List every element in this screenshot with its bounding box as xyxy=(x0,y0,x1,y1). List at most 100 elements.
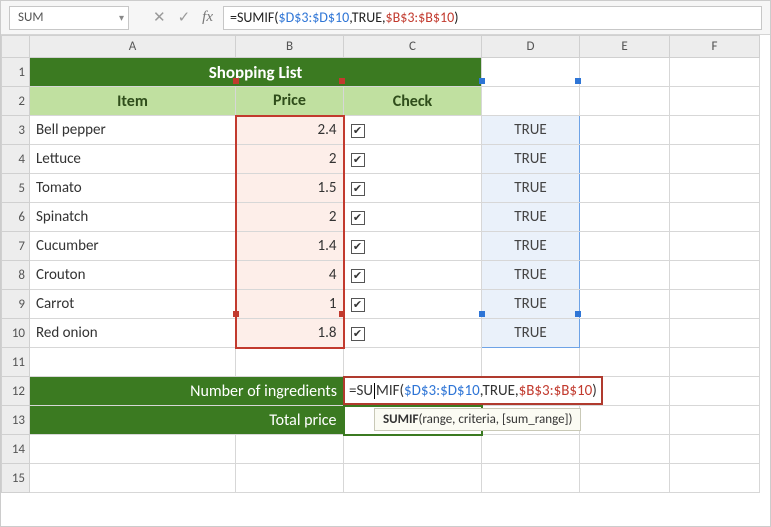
cell[interactable] xyxy=(580,290,670,319)
col-header-F[interactable]: F xyxy=(670,36,760,58)
total-label[interactable]: Total price xyxy=(30,406,344,435)
cell-price[interactable]: 1.8 xyxy=(236,319,344,348)
cell-price[interactable]: 1.4 xyxy=(236,232,344,261)
cell-check[interactable]: ✔ xyxy=(344,290,482,319)
range-handle-icon[interactable] xyxy=(233,78,239,84)
header-price[interactable]: Price xyxy=(236,87,344,116)
range-handle-icon[interactable] xyxy=(339,78,345,84)
cell[interactable] xyxy=(30,435,236,464)
cell[interactable] xyxy=(670,290,760,319)
cell[interactable] xyxy=(580,87,670,116)
col-header-C[interactable]: C xyxy=(344,36,482,58)
row-header[interactable]: 4 xyxy=(2,145,30,174)
cell-price[interactable]: 2 xyxy=(236,145,344,174)
cell[interactable] xyxy=(670,319,760,348)
header-check[interactable]: Check xyxy=(344,87,482,116)
row-header[interactable]: 9 xyxy=(2,290,30,319)
cell[interactable] xyxy=(482,58,580,87)
checkbox-icon[interactable]: ✔ xyxy=(351,240,365,254)
cell-truth[interactable]: TRUE xyxy=(482,116,580,145)
cell[interactable] xyxy=(580,406,670,435)
range-handle-icon[interactable] xyxy=(233,311,239,317)
title-cell[interactable]: Shopping List xyxy=(30,58,482,87)
checkbox-icon[interactable]: ✔ xyxy=(351,182,365,196)
cell[interactable] xyxy=(236,464,344,493)
cell[interactable] xyxy=(580,435,670,464)
row-header[interactable]: 3 xyxy=(2,116,30,145)
cell[interactable] xyxy=(670,58,760,87)
cell[interactable] xyxy=(670,116,760,145)
cell-item[interactable]: Tomato xyxy=(30,174,236,203)
cell-item[interactable]: Carrot xyxy=(30,290,236,319)
row-header[interactable]: 10 xyxy=(2,319,30,348)
col-header-B[interactable]: B xyxy=(236,36,344,58)
cell[interactable] xyxy=(482,464,580,493)
cell-truth[interactable]: TRUE xyxy=(482,290,580,319)
range-handle-icon[interactable] xyxy=(575,311,581,317)
cell-check[interactable]: ✔ xyxy=(344,319,482,348)
cell-item[interactable]: Lettuce xyxy=(30,145,236,174)
cell-truth[interactable]: TRUE xyxy=(482,319,580,348)
enter-icon[interactable]: ✓ xyxy=(178,8,191,27)
name-box[interactable]: SUM ▾ xyxy=(9,6,129,30)
cancel-icon[interactable]: ✕ xyxy=(153,8,166,27)
cell[interactable] xyxy=(344,348,482,377)
checkbox-icon[interactable]: ✔ xyxy=(351,211,365,225)
cell-price[interactable]: 1.5 xyxy=(236,174,344,203)
cell[interactable] xyxy=(236,435,344,464)
cell[interactable] xyxy=(670,377,760,406)
cell[interactable] xyxy=(344,464,482,493)
cell[interactable] xyxy=(670,87,760,116)
select-all-corner[interactable] xyxy=(2,36,30,58)
row-header[interactable]: 11 xyxy=(2,348,30,377)
range-handle-icon[interactable] xyxy=(575,78,581,84)
row-header[interactable]: 5 xyxy=(2,174,30,203)
cell[interactable] xyxy=(344,435,482,464)
cell-check[interactable]: ✔ xyxy=(344,232,482,261)
row-header[interactable]: 1 xyxy=(2,58,30,87)
col-header-E[interactable]: E xyxy=(580,36,670,58)
spreadsheet-grid[interactable]: A B C D E F 1 Shopping List 2 Item Price… xyxy=(1,35,770,526)
cell[interactable] xyxy=(580,319,670,348)
cell[interactable] xyxy=(580,116,670,145)
cell[interactable] xyxy=(482,435,580,464)
cell[interactable] xyxy=(670,261,760,290)
cell-item[interactable]: Red onion xyxy=(30,319,236,348)
cell-price[interactable]: 4 xyxy=(236,261,344,290)
cell[interactable] xyxy=(580,58,670,87)
cell[interactable] xyxy=(670,174,760,203)
cell[interactable] xyxy=(670,145,760,174)
cell[interactable] xyxy=(482,87,580,116)
cell[interactable] xyxy=(580,232,670,261)
formula-bar[interactable]: =SUMIF($D$3:$D$10,TRUE,$B$3:$B$10) xyxy=(223,6,762,30)
cell[interactable] xyxy=(580,464,670,493)
cell[interactable] xyxy=(580,348,670,377)
cell-item[interactable]: Bell pepper xyxy=(30,116,236,145)
cell-item[interactable]: Spinatch xyxy=(30,203,236,232)
row-header[interactable]: 13 xyxy=(2,406,30,435)
cell-price[interactable]: 2 xyxy=(236,203,344,232)
range-handle-icon[interactable] xyxy=(479,78,485,84)
checkbox-icon[interactable]: ✔ xyxy=(351,327,365,341)
cell[interactable] xyxy=(580,174,670,203)
cell[interactable] xyxy=(670,203,760,232)
cell[interactable] xyxy=(580,261,670,290)
cell[interactable] xyxy=(30,348,236,377)
row-header[interactable]: 8 xyxy=(2,261,30,290)
col-header-A[interactable]: A xyxy=(30,36,236,58)
cell[interactable] xyxy=(580,203,670,232)
checkbox-icon[interactable]: ✔ xyxy=(351,298,365,312)
checkbox-icon[interactable]: ✔ xyxy=(351,269,365,283)
cell-truth[interactable]: TRUE xyxy=(482,174,580,203)
cell-truth[interactable]: TRUE xyxy=(482,261,580,290)
cell[interactable] xyxy=(670,464,760,493)
checkbox-icon[interactable]: ✔ xyxy=(351,124,365,138)
cell[interactable] xyxy=(30,464,236,493)
cell-price[interactable]: 1 xyxy=(236,290,344,319)
cell-truth[interactable]: TRUE xyxy=(482,145,580,174)
range-handle-icon[interactable] xyxy=(479,311,485,317)
checkbox-icon[interactable]: ✔ xyxy=(351,153,365,167)
cell[interactable] xyxy=(236,348,344,377)
cell[interactable] xyxy=(670,232,760,261)
row-header[interactable]: 15 xyxy=(2,464,30,493)
